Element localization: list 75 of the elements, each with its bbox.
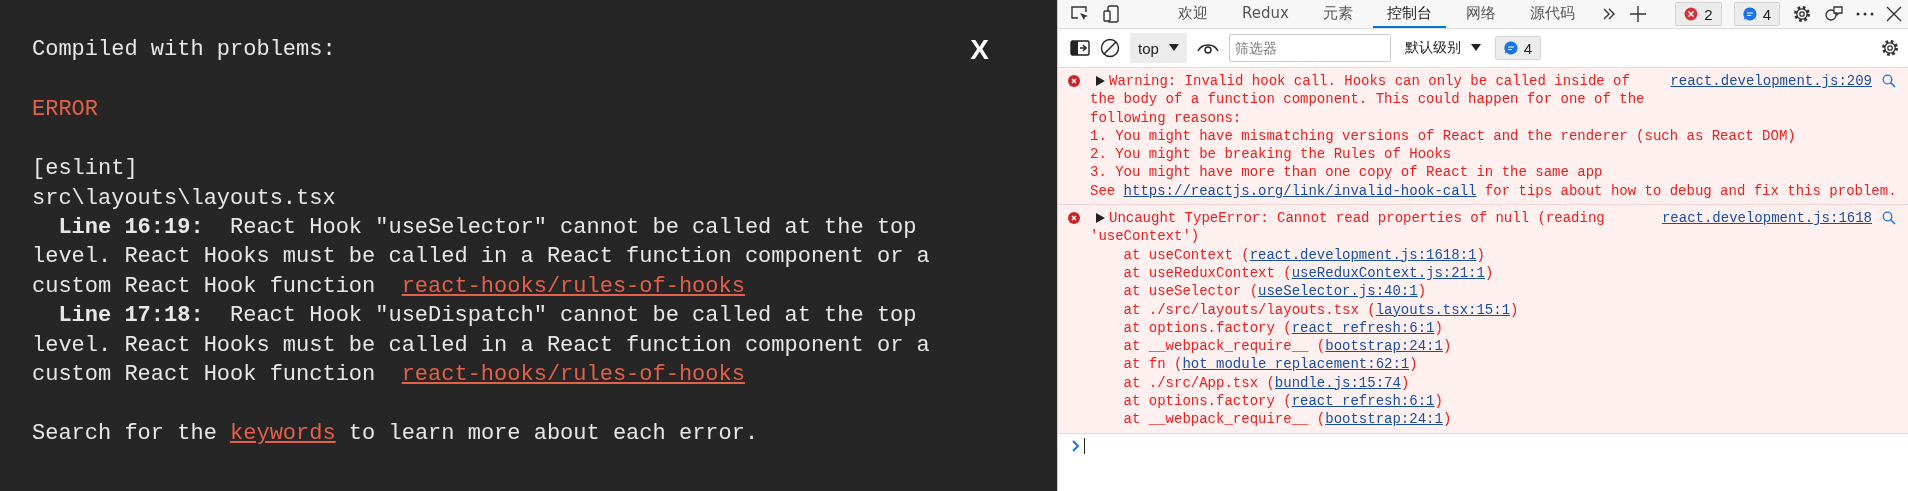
prompt-icon [1072,439,1080,452]
keywords-link[interactable]: keywords [230,420,336,446]
console-line: at useReduxContext (useReduxContext.js:21:1) [1122,263,1495,283]
error-count-badge[interactable]: 2 [1675,2,1722,26]
stack-link[interactable]: useSelector.js:40:1 [1258,283,1418,300]
feedback-icon[interactable] [1824,5,1844,23]
console-line: the body of a function component. This could happen for one of the [1090,90,1646,109]
expand-arrow-icon[interactable] [1096,76,1105,86]
settings-icon[interactable] [1792,4,1812,24]
console-line: at options.factory (react refresh:6:1) [1122,392,1444,411]
message-count-badge[interactable]: 4 [1733,2,1780,26]
problem-message: Line 17:18: React Hook "useDispatch" cannot be called at the top level. React Hooks must be called in a React function component or a custom React Hook function react-hooks/rules-of-hooks [32,302,931,390]
console-line: at __webpack_require__ (bootstrap:24:1) [1122,410,1453,429]
console-line: at ./src/layouts/layouts.tsx (layouts.tsx:15:1) [1122,300,1520,319]
source-link[interactable]: react.development.js:1618 [1661,209,1872,228]
caret-icon [1168,44,1179,52]
stack-link[interactable]: react.development.js:1618:1 [1249,246,1477,263]
console-line: 2. You might be breaking the Rules of Hooks [1090,145,1453,164]
error-source: [eslint] [32,155,139,184]
text-cursor [1084,437,1085,454]
clear-icon[interactable] [1100,38,1120,58]
context-dropdown[interactable]: top [1130,33,1187,63]
error-icon [1068,75,1080,87]
stack-link[interactable]: react refresh:6:1 [1291,393,1435,410]
sidebar-icon[interactable] [1070,40,1090,56]
rule-link[interactable]: react-hooks/rules-of-hooks [401,362,745,388]
stack-link[interactable]: react refresh:6:1 [1291,319,1435,336]
device-icon[interactable] [1102,5,1122,23]
file-path: src\layouts\layouts.tsx [32,184,337,213]
message-count-badge[interactable]: 4 [1494,36,1542,60]
expand-arrow-icon[interactable] [1096,213,1105,224]
overlay-title: Compiled with problems: [32,36,336,65]
close-button[interactable]: X [970,34,989,66]
devtools-tab[interactable]: Redux [1228,0,1303,28]
console-line: at fn (hot module replacement:62:1) [1122,355,1419,374]
problem-message: Line 16:19: React Hook "useSelector" cannot be called at the top level. React Hooks must be called in a React function component or a custom React Hook function react-hooks/rules-of-hooks [32,214,931,301]
filter-field[interactable]: 筛选器 [1228,34,1391,62]
stack-link[interactable]: layouts.tsx:15:1 [1375,301,1511,318]
stack-link[interactable]: bootstrap:24:1 [1325,338,1443,355]
console-line: Warning: Invalid hook call. Hooks can only be called inside of [1109,72,1631,91]
search-icon[interactable] [1882,211,1896,226]
settings-icon[interactable] [1880,38,1900,58]
console-line: Uncaught TypeError: Cannot read properties of null (reading [1109,209,1606,228]
devtools-tab[interactable]: 网络 [1451,0,1510,28]
rule-link[interactable]: react-hooks/rules-of-hooks [401,273,745,299]
log-levels-dropdown[interactable]: 默认级别 [1400,39,1485,57]
devtools-tab[interactable]: 源代码 [1515,0,1589,28]
add-icon[interactable] [1628,5,1647,23]
console-line: See https://reactjs.org/link/invalid-hook-call for tips about how to debug and fix this problem. [1090,181,1898,201]
help-text: Search for the keywords to learn more about each error. [32,419,760,448]
devtools-tab[interactable]: 元素 [1308,0,1367,28]
console-line: 'useContext') [1090,227,1201,246]
eye-icon[interactable] [1196,41,1219,55]
more-icon[interactable] [1856,11,1874,17]
search-icon[interactable] [1882,74,1896,89]
source-link[interactable]: react.development.js:209 [1670,72,1872,91]
devtools-tab[interactable]: 控制台 [1372,0,1446,28]
close-icon[interactable] [1886,6,1902,22]
stack-link[interactable]: https://reactjs.org/link/invalid-hook-call [1123,182,1477,199]
console-line: at useContext (react.development.js:1618:1) [1122,245,1486,264]
error-label: ERROR [32,96,99,125]
stack-link[interactable]: bootstrap:24:1 [1325,411,1443,428]
console-line: at ./src/App.tsx (bundle.js:15:74) [1122,373,1411,393]
stack-link[interactable]: bundle.js:15:74 [1274,374,1401,391]
console-line: at __webpack_require__ (bootstrap:24:1) [1122,337,1453,356]
console-line: at options.factory (react refresh:6:1) [1122,318,1444,338]
stack-link[interactable]: hot module replacement:62:1 [1182,356,1410,373]
console-line: following reasons: [1090,108,1243,127]
devtools-tab[interactable]: 欢迎 [1164,0,1222,28]
console-line: 3. You might have more than one copy of React in the same app [1090,163,1604,182]
stack-link[interactable]: useReduxContext.js:21:1 [1291,264,1485,281]
caret-icon [1470,44,1481,52]
console-line: 1. You might have mismatching versions of React and the renderer (such as React DOM) [1090,126,1797,146]
error-icon [1068,212,1080,225]
console-line: at useSelector (useSelector.js:40:1) [1122,282,1428,301]
